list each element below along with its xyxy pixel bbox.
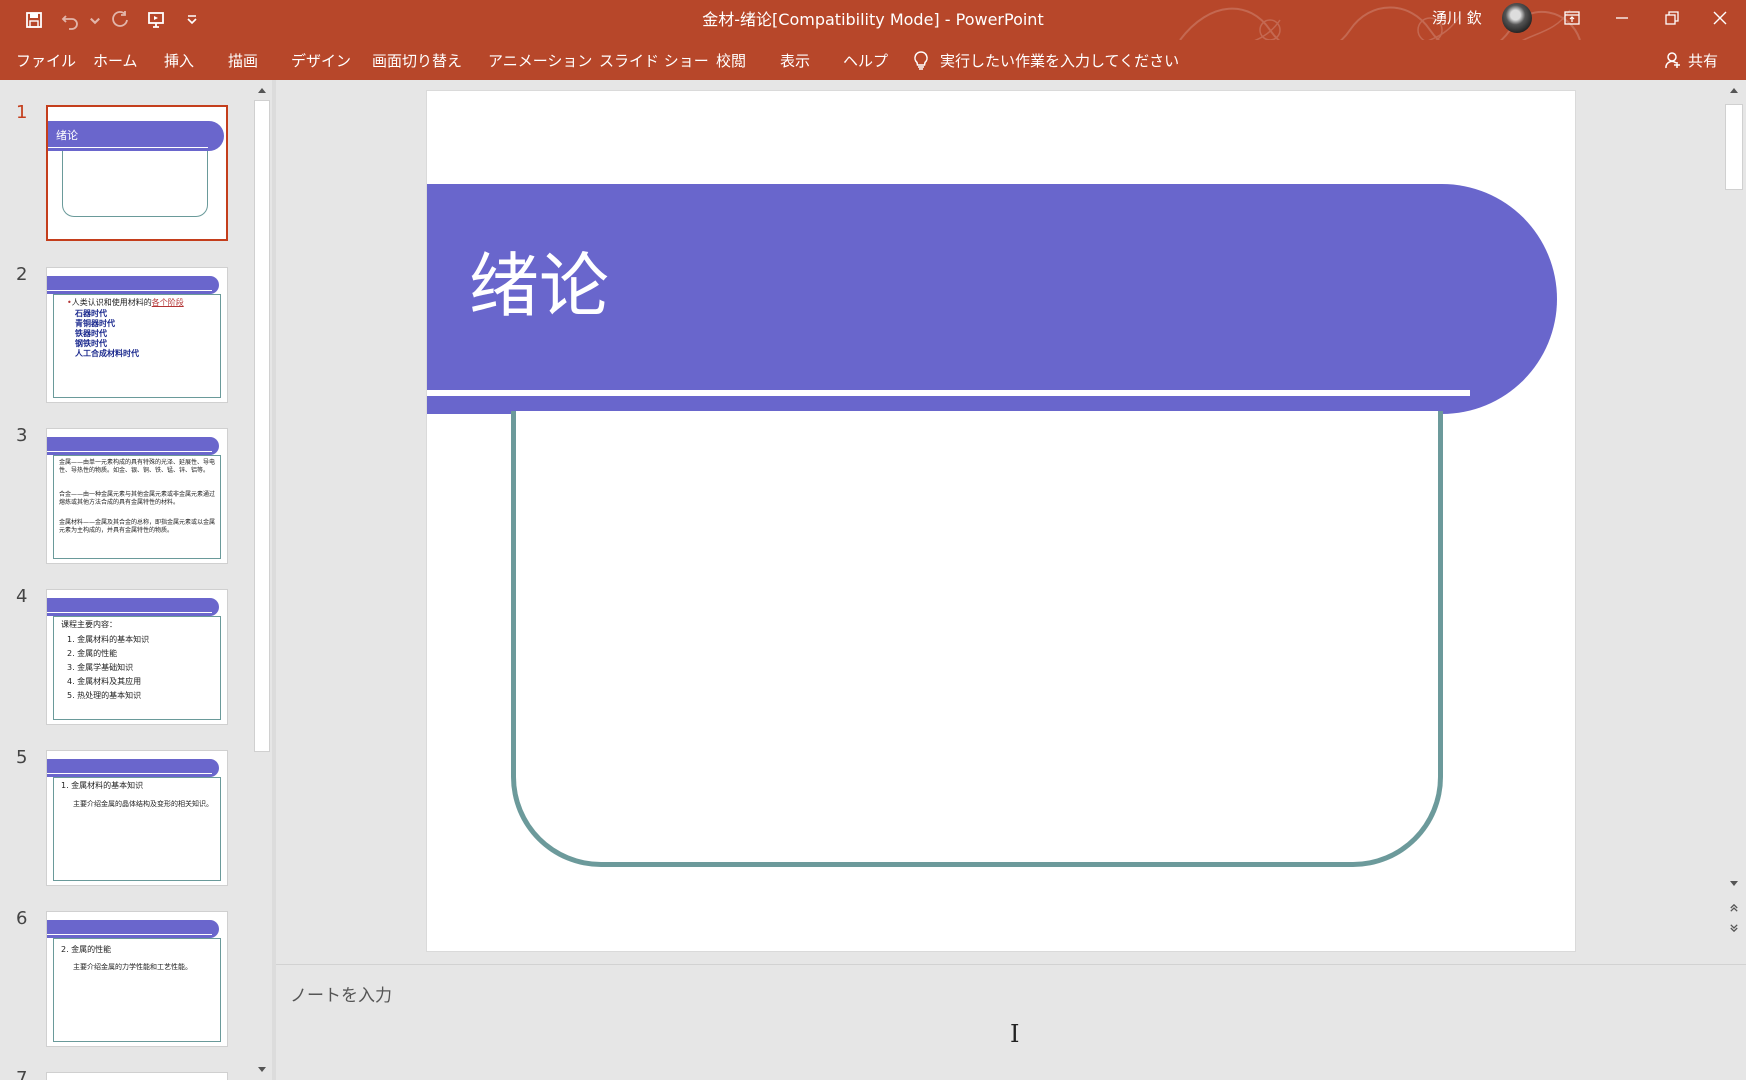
notes-pane[interactable]: ノートを入力 I [276, 964, 1746, 1080]
scroll-down-icon[interactable] [1724, 876, 1744, 892]
thumb-text: 金属——由单一元素构成的具有特殊的光泽、延展性、导电性、导热性的物质。如金、银、… [59, 459, 216, 474]
notes-placeholder: ノートを入力 [290, 986, 392, 1006]
slide-canvas[interactable]: 绪论 [426, 90, 1576, 952]
share-button[interactable]: 共有 [1664, 40, 1718, 80]
thumb-content-box [53, 777, 221, 881]
thumb-title-banner [47, 920, 219, 938]
share-label: 共有 [1688, 51, 1719, 70]
slide-scrollbar[interactable] [1722, 80, 1746, 964]
thumb-title-line [47, 773, 212, 774]
thumbnail-scrollbar[interactable] [252, 80, 272, 1080]
thumb-text: 4. 金属材料及其应用 [67, 677, 142, 686]
thumb-text: 课程主要内容： [61, 620, 117, 629]
slide-thumbnail-4[interactable]: 课程主要内容： 1. 金属材料的基本知识 2. 金属的性能 3. 金属学基础知识… [46, 589, 228, 725]
scroll-up-icon[interactable] [252, 82, 272, 98]
tab-home[interactable]: ホーム [93, 40, 138, 80]
lightbulb-icon [914, 51, 928, 70]
thumb-text: 铁器时代 [75, 329, 107, 338]
slide-scroll-thumb[interactable] [1725, 104, 1743, 190]
close-icon[interactable] [1696, 0, 1744, 36]
thumb-text: 主要介绍金属的力学性能和工艺性能。 [73, 963, 192, 971]
powerpoint-window: 金材-绪论[Compatibility Mode] - PowerPoint 湧… [0, 0, 1746, 1080]
thumb-content-box [62, 151, 208, 217]
slide-thumbnail-7[interactable] [46, 1072, 228, 1080]
slide-number: 3 [16, 425, 28, 446]
thumb-text: 3. 金属学基础知识 [67, 663, 134, 672]
thumb-text: 1. 金属材料的基本知识 [67, 635, 150, 644]
slide-thumbnail-1[interactable]: 绪论 [46, 105, 228, 241]
thumb-text: 钢铁时代 [75, 339, 107, 348]
thumb-title-line [48, 147, 208, 148]
thumb-title-line [47, 451, 212, 452]
title-bar: 金材-绪论[Compatibility Mode] - PowerPoint 湧… [0, 0, 1746, 71]
thumb-title-line [47, 612, 212, 613]
scroll-up-icon[interactable] [1724, 82, 1744, 98]
slide-number: 2 [16, 264, 28, 285]
tab-slideshow[interactable]: スライド ショー [599, 40, 709, 80]
slide-thumbnail-3[interactable]: 金属——由单一元素构成的具有特殊的光泽、延展性、导电性、导热性的物质。如金、银、… [46, 428, 228, 564]
slide-number: 1 [16, 102, 28, 123]
thumbnail-scroll-thumb[interactable] [254, 100, 270, 752]
slide-number: 6 [16, 908, 28, 929]
thumb-title-banner [47, 598, 219, 616]
slide-thumbnail-6[interactable]: 2. 金属的性能 主要介绍金属的力学性能和工艺性能。 [46, 911, 228, 1047]
tab-view[interactable]: 表示 [780, 40, 810, 80]
thumb-title-banner [47, 276, 219, 294]
ribbon-display-icon[interactable] [1548, 0, 1596, 36]
tab-design[interactable]: デザイン [291, 40, 351, 80]
slide-thumbnail-pane: 1 绪论 2 •人类认识和使用材料的各个阶段 石器时代 青铜器时代 铁器时代 钢… [0, 80, 252, 1080]
slide-number: 7 [16, 1068, 28, 1080]
document-title: 金材-绪论[Compatibility Mode] - PowerPoint [702, 10, 1044, 29]
scroll-down-icon[interactable] [252, 1062, 272, 1078]
restore-icon[interactable] [1648, 0, 1696, 36]
thumb-text: 合金——由一种金属元素与其他金属元素或非金属元素通过熔炼或其他方法合成的具有金属… [59, 491, 216, 506]
content-placeholder[interactable] [511, 411, 1443, 867]
thumb-title-banner [47, 437, 219, 455]
thumb-text: 人工合成材料时代 [75, 349, 139, 358]
slide-thumbnail-5[interactable]: 1. 金属材料的基本知识 主要介绍金属的晶体结构及变形的相关知识。 [46, 750, 228, 886]
tab-transitions[interactable]: 画面切り替え [372, 40, 462, 80]
title-underline [427, 390, 1470, 396]
person-icon [1665, 52, 1680, 69]
thumb-text: 主要介绍金属的晶体结构及变形的相关知识。 [73, 800, 213, 808]
thumb-text: 1. 金属材料的基本知识 [61, 781, 144, 790]
tab-review[interactable]: 校閲 [716, 40, 746, 80]
previous-slide-icon[interactable] [1724, 900, 1744, 916]
tell-me-search[interactable]: 実行したい作業を入力してください [912, 40, 1179, 80]
thumb-text: 2. 金属的性能 [67, 649, 118, 658]
thumb-text: 2. 金属的性能 [61, 945, 112, 954]
thumb-title-line [47, 934, 212, 935]
thumb-text: 石器时代 [75, 309, 107, 318]
ribbon-tabs: ファイル ホーム 挿入 描画 デザイン 画面切り替え アニメーション スライド … [0, 40, 1746, 80]
slide-number: 5 [16, 747, 28, 768]
tab-insert[interactable]: 挿入 [164, 40, 194, 80]
minimize-icon[interactable] [1598, 0, 1646, 36]
thumb-title: 绪论 [56, 129, 78, 142]
tab-animations[interactable]: アニメーション [488, 40, 592, 80]
thumb-title-banner [47, 759, 219, 777]
tell-me-placeholder: 実行したい作業を入力してください [940, 51, 1180, 70]
slide-thumbnail-2[interactable]: •人类认识和使用材料的各个阶段 石器时代 青铜器时代 铁器时代 钢铁时代 人工合… [46, 267, 228, 403]
avatar[interactable] [1502, 3, 1532, 33]
tab-draw[interactable]: 描画 [228, 40, 258, 80]
thumb-text: •人类认识和使用材料的各个阶段 [67, 298, 184, 307]
thumb-title-line [47, 290, 212, 291]
tab-file[interactable]: ファイル [16, 40, 76, 80]
text-cursor-icon: I [1010, 1020, 1020, 1048]
tab-help[interactable]: ヘルプ [843, 40, 888, 80]
slide-editor: 绪论 [276, 80, 1722, 964]
slide-title[interactable]: 绪论 [469, 241, 609, 331]
thumb-text: 青铜器时代 [75, 319, 115, 328]
next-slide-icon[interactable] [1724, 920, 1744, 936]
thumb-text: 金属材料——金属及其合金的总称，即指金属元素或以金属元素为主构成的，并具有金属特… [59, 519, 216, 534]
user-name[interactable]: 湧川 欽 [1432, 0, 1482, 36]
slide-number: 4 [16, 586, 28, 607]
thumb-text: 5. 热处理的基本知识 [67, 691, 142, 700]
